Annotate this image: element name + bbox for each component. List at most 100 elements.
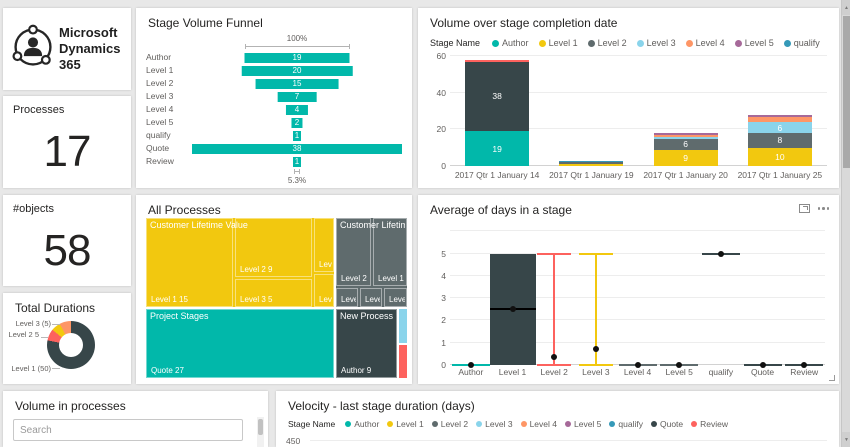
legend-item-level-4[interactable]: Level 4 (521, 419, 557, 429)
bar-segment-level-2[interactable]: 6 (654, 139, 718, 150)
bar-segment-level-1[interactable] (559, 164, 623, 166)
avg-item-quote[interactable] (742, 231, 784, 365)
treemap-cell[interactable]: Level 3 5 (235, 279, 312, 307)
list-scrollbar-thumb[interactable] (258, 419, 263, 435)
funnel-bottom-bracket (294, 169, 300, 174)
funnel-bar[interactable]: 1 (293, 157, 301, 167)
treemap-group[interactable]: Author 9New Process (336, 309, 397, 378)
y-axis-label: 1 (424, 338, 446, 348)
donut-label-level1: Level 1 (50) (9, 365, 51, 373)
avg-item-level-1[interactable] (492, 231, 534, 365)
treemap-cell[interactable]: Level... (360, 288, 382, 307)
avg-item-level-4[interactable] (617, 231, 659, 365)
legend-item-level-4[interactable]: Level 4 (686, 38, 725, 48)
legend-item-level-5[interactable]: Level 5 (565, 419, 601, 429)
treemap-cell[interactable]: Level 1 15 (146, 218, 233, 307)
bar-segment-level-3[interactable]: 6 (748, 122, 812, 133)
legend-item-level-2[interactable]: Level 2 (588, 38, 627, 48)
funnel-bar[interactable]: 20 (242, 66, 353, 76)
avg-range-line (553, 254, 555, 366)
avg-item-review[interactable] (783, 231, 825, 365)
bar-segment-level-1[interactable]: 9 (654, 150, 718, 167)
legend-item-level-3[interactable]: Level 3 (476, 419, 512, 429)
funnel-bar-zone: 1 (192, 155, 402, 168)
x-axis-label: Level 4 (617, 367, 659, 377)
legend-item-level-1[interactable]: Level 1 (387, 419, 423, 429)
treemap-group[interactable] (399, 345, 407, 378)
funnel-row: Quote38 (146, 142, 402, 155)
bar-segment-author[interactable]: 19 (465, 131, 529, 166)
legend-item-qualify[interactable]: qualify (784, 38, 820, 48)
search-input[interactable] (13, 419, 243, 441)
panel-volume-in-processes: Volume in processes (3, 391, 268, 447)
funnel-bar[interactable]: 7 (278, 92, 317, 102)
panel-total-durations: Total Durations Level 3 (5) Level 2 5 Le… (3, 293, 131, 384)
legend-item-review[interactable]: Review (691, 419, 728, 429)
treemap-group[interactable] (399, 309, 407, 343)
scrollbar-up-icon[interactable]: ▲ (842, 0, 850, 15)
x-axis-label: 2017 Qtr 1 January 14 (450, 170, 544, 180)
kpi-card-objects[interactable]: #objects 58 (3, 195, 131, 286)
treemap-cell[interactable]: Level 2 5 (336, 218, 371, 286)
y-axis-label: 5 (424, 249, 446, 259)
funnel-category-label: Level 5 (146, 116, 192, 129)
list-scrollbar[interactable] (257, 417, 264, 447)
legend-item-level-2[interactable]: Level 2 (432, 419, 468, 429)
treemap-group[interactable]: Quote 27Project Stages (146, 309, 334, 378)
panel-stage-volume-funnel: Stage Volume Funnel 100% Author19Level 1… (136, 8, 412, 188)
funnel-category-label: Level 3 (146, 90, 192, 103)
treemap-cell[interactable]: Level... (336, 288, 358, 307)
treemap-cell[interactable]: Level... (384, 288, 407, 307)
more-options-icon[interactable] (818, 207, 830, 210)
avg-dot (551, 354, 557, 360)
funnel-bar[interactable]: 2 (291, 118, 302, 128)
legend-item-quote[interactable]: Quote (651, 419, 683, 429)
stacked-bar[interactable] (559, 161, 623, 166)
treemap-cell[interactable]: Lev... (314, 274, 334, 307)
y-axis-label: 450 (286, 436, 300, 446)
avg-item-level-3[interactable] (575, 231, 617, 365)
funnel-bar[interactable]: 1 (293, 131, 301, 141)
legend-item-level-5[interactable]: Level 5 (735, 38, 774, 48)
legend-item-level-3[interactable]: Level 3 (637, 38, 676, 48)
treemap-cell-label: Lev... (319, 260, 332, 269)
funnel-bar[interactable]: 15 (256, 79, 339, 89)
avg-item-author[interactable] (450, 231, 492, 365)
legend-item-author[interactable]: Author (492, 38, 529, 48)
treemap-cell[interactable]: Quote 27 (146, 309, 334, 378)
treemap-cell[interactable]: Author 9 (336, 309, 397, 378)
kpi-card-processes[interactable]: Processes 17 (3, 96, 131, 188)
panel-average-days-in-stage: Average of days in a stage 543210 Author… (418, 195, 839, 384)
page-scrollbar[interactable]: ▲ ▼ (841, 0, 850, 447)
scrollbar-down-icon[interactable]: ▼ (842, 432, 850, 447)
bar-segment-level-1[interactable]: 10 (748, 148, 812, 166)
stacked-bar[interactable]: 1086 (748, 115, 812, 166)
y-axis-label: 0 (424, 360, 446, 370)
treemap-group[interactable]: Level 2 5Level 1 5Level...Level...Level.… (336, 218, 407, 307)
legend-item-level-1[interactable]: Level 1 (539, 38, 578, 48)
stacked-bar[interactable]: 1938 (465, 60, 529, 166)
panel-volume-over-stage-completion-date: Volume over stage completion date Stage … (418, 8, 839, 188)
treemap-cell[interactable]: Level 2 9 (235, 218, 312, 277)
avg-item-qualify[interactable] (700, 231, 742, 365)
stacked-bar[interactable]: 96 (654, 133, 718, 166)
bar-segment-level-2[interactable]: 8 (748, 133, 812, 148)
bar-segment-quote[interactable]: 38 (465, 62, 529, 132)
treemap-cell[interactable]: Lev... (314, 218, 334, 272)
legend-item-author[interactable]: Author (345, 419, 379, 429)
legend-items: Author Level 1 Level 2 Level 3 Level 4 Level … (345, 419, 728, 429)
x-axis-label: 2017 Qtr 1 January 19 (544, 170, 638, 180)
treemap-group[interactable]: Level 1 15Level 2 9Level 3 5Lev...Lev...… (146, 218, 334, 307)
funnel-bar[interactable]: 38 (192, 144, 402, 154)
focus-mode-icon[interactable] (799, 204, 810, 213)
avg-item-level-2[interactable] (533, 231, 575, 365)
avg-item-level-5[interactable] (658, 231, 700, 365)
x-axis-label: Author (450, 367, 492, 377)
treemap-cell[interactable]: Level 1 5 (373, 218, 407, 286)
funnel-bar[interactable]: 4 (286, 105, 308, 115)
legend-label: Level 3 (485, 419, 512, 429)
funnel-bar[interactable]: 19 (245, 53, 350, 63)
resize-handle-icon[interactable] (829, 375, 835, 381)
legend-item-qualify[interactable]: qualify (609, 419, 643, 429)
scrollbar-thumb[interactable] (843, 16, 850, 168)
